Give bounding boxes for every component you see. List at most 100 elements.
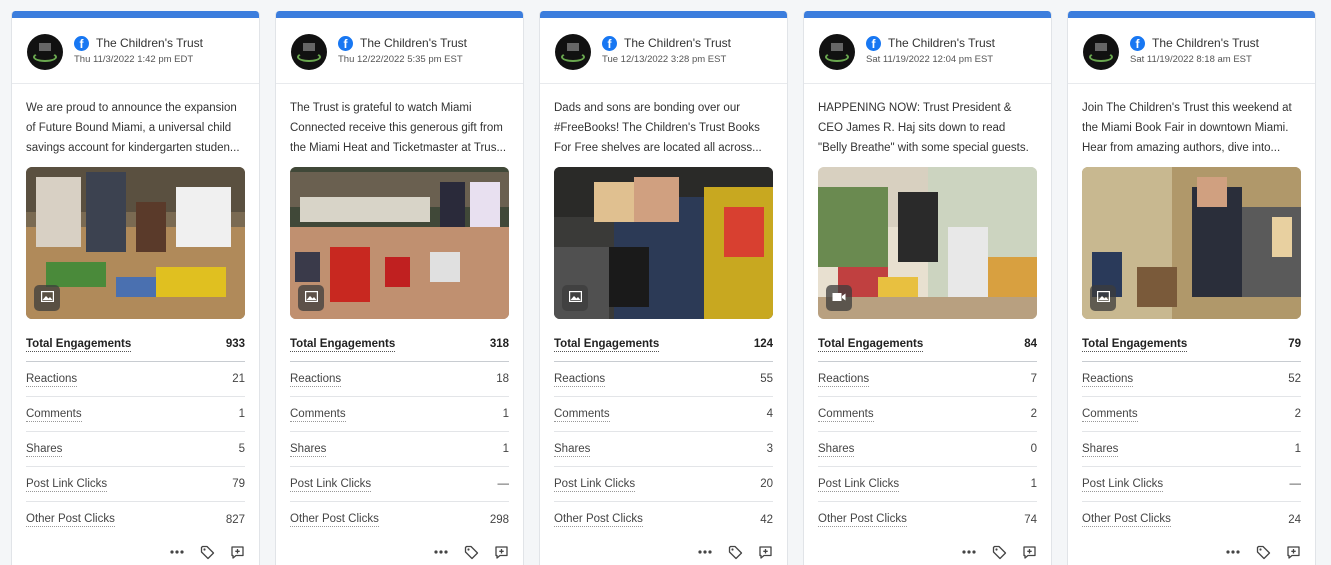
avatar[interactable]: [555, 34, 591, 70]
metric-label[interactable]: Other Post Clicks: [818, 512, 907, 527]
post-date: Tue 12/13/2022 3:28 pm EST: [602, 54, 727, 65]
page-name[interactable]: The Children's Trust: [888, 36, 995, 50]
card-actions: [1225, 544, 1301, 560]
tag-icon[interactable]: [463, 544, 479, 560]
post-card[interactable]: f The Children's Trust Tue 12/13/2022 3:…: [539, 11, 788, 565]
tag-icon[interactable]: [1255, 544, 1271, 560]
metric-label[interactable]: Shares: [818, 442, 855, 457]
post-photo[interactable]: [290, 167, 509, 319]
metric-label[interactable]: Reactions: [818, 372, 870, 387]
metric-value: 4: [766, 408, 773, 420]
metric-value: 1: [502, 443, 509, 455]
metric-comments: Comments 2: [818, 397, 1037, 432]
metric-label[interactable]: Post Link Clicks: [554, 477, 636, 492]
metric-total-engagements: Total Engagements 933: [26, 327, 245, 362]
metric-value: —: [497, 478, 510, 490]
post-card[interactable]: f The Children's Trust Sat 11/19/2022 8:…: [1067, 11, 1316, 565]
more-icon[interactable]: [697, 544, 713, 560]
metric-label[interactable]: Comments: [554, 407, 610, 422]
metric-post-link-clicks: Post Link Clicks 79: [26, 467, 245, 502]
more-icon[interactable]: [169, 544, 185, 560]
comment-icon[interactable]: [1021, 544, 1037, 560]
metric-total-engagements: Total Engagements 318: [290, 327, 509, 362]
metric-label[interactable]: Shares: [1082, 442, 1119, 457]
metric-value: 21: [232, 373, 245, 385]
metric-label[interactable]: Shares: [290, 442, 327, 457]
metric-comments: Comments 1: [290, 397, 509, 432]
more-icon[interactable]: [433, 544, 449, 560]
post-message[interactable]: The Trust is grateful to watch Miami Con…: [290, 98, 509, 160]
metric-label[interactable]: Reactions: [26, 372, 78, 387]
metric-value: 55: [760, 373, 773, 385]
metric-label[interactable]: Post Link Clicks: [290, 477, 372, 492]
metric-value: 74: [1024, 513, 1037, 526]
post-photo[interactable]: [26, 167, 245, 319]
metric-shares: Shares 1: [290, 432, 509, 467]
metric-label[interactable]: Post Link Clicks: [1082, 477, 1164, 492]
post-photo[interactable]: [818, 167, 1037, 319]
tag-icon[interactable]: [991, 544, 1007, 560]
post-photo[interactable]: [554, 167, 773, 319]
page-name[interactable]: The Children's Trust: [360, 36, 467, 50]
metric-value: 933: [225, 338, 245, 350]
metric-label[interactable]: Total Engagements: [1082, 337, 1188, 352]
card-accent-bar: [276, 11, 523, 18]
more-icon[interactable]: [961, 544, 977, 560]
metric-label[interactable]: Comments: [1082, 407, 1138, 422]
metrics-list: Total Engagements 79 Reactions 52 Commen…: [1068, 327, 1315, 537]
metric-label[interactable]: Post Link Clicks: [26, 477, 108, 492]
page-name[interactable]: The Children's Trust: [624, 36, 731, 50]
post-card[interactable]: f The Children's Trust Thu 12/22/2022 5:…: [275, 11, 524, 565]
post-card[interactable]: f The Children's Trust Sat 11/19/2022 12…: [803, 11, 1052, 565]
metric-label[interactable]: Total Engagements: [290, 337, 396, 352]
post-photo[interactable]: [1082, 167, 1301, 319]
metric-label[interactable]: Other Post Clicks: [290, 512, 379, 527]
page-name[interactable]: The Children's Trust: [96, 36, 203, 50]
avatar[interactable]: [291, 34, 327, 70]
metric-label[interactable]: Reactions: [1082, 372, 1134, 387]
post-message[interactable]: HAPPENING NOW: Trust President & CEO Jam…: [818, 98, 1037, 160]
image-icon: [562, 285, 588, 311]
metric-other-post-clicks: Other Post Clicks 42: [554, 502, 773, 537]
metric-label[interactable]: Comments: [290, 407, 346, 422]
post-message[interactable]: Join The Children's Trust this weekend a…: [1082, 98, 1301, 160]
metric-label[interactable]: Other Post Clicks: [1082, 512, 1171, 527]
metric-label[interactable]: Total Engagements: [26, 337, 132, 352]
comment-icon[interactable]: [1285, 544, 1301, 560]
metric-label[interactable]: Total Engagements: [818, 337, 924, 352]
post-card[interactable]: f The Children's Trust Thu 11/3/2022 1:4…: [11, 11, 260, 565]
metric-label[interactable]: Comments: [818, 407, 874, 422]
comment-icon[interactable]: [757, 544, 773, 560]
metric-label[interactable]: Shares: [554, 442, 591, 457]
metric-label[interactable]: Reactions: [290, 372, 342, 387]
avatar[interactable]: [1083, 34, 1119, 70]
tag-icon[interactable]: [199, 544, 215, 560]
avatar[interactable]: [27, 34, 63, 70]
post-message[interactable]: Dads and sons are bonding over our #Free…: [554, 98, 773, 160]
tag-icon[interactable]: [727, 544, 743, 560]
metric-value: 1: [1030, 478, 1037, 490]
metric-value: 1: [502, 408, 509, 420]
metric-label[interactable]: Comments: [26, 407, 82, 422]
metric-other-post-clicks: Other Post Clicks 827: [26, 502, 245, 537]
page-name[interactable]: The Children's Trust: [1152, 36, 1259, 50]
metric-other-post-clicks: Other Post Clicks 74: [818, 502, 1037, 537]
comment-icon[interactable]: [229, 544, 245, 560]
metric-other-post-clicks: Other Post Clicks 24: [1082, 502, 1301, 537]
metric-label[interactable]: Other Post Clicks: [554, 512, 643, 527]
avatar[interactable]: [819, 34, 855, 70]
metrics-list: Total Engagements 84 Reactions 7 Comment…: [804, 327, 1051, 537]
metrics-list: Total Engagements 318 Reactions 18 Comme…: [276, 327, 523, 537]
metric-label[interactable]: Total Engagements: [554, 337, 660, 352]
metric-label[interactable]: Other Post Clicks: [26, 512, 115, 527]
card-accent-bar: [540, 11, 787, 18]
facebook-icon: f: [74, 35, 89, 51]
more-icon[interactable]: [1225, 544, 1241, 560]
metric-label[interactable]: Post Link Clicks: [818, 477, 900, 492]
comment-icon[interactable]: [493, 544, 509, 560]
metric-comments: Comments 4: [554, 397, 773, 432]
post-message[interactable]: We are proud to announce the expansion o…: [26, 98, 245, 160]
metric-label[interactable]: Reactions: [554, 372, 606, 387]
metric-label[interactable]: Shares: [26, 442, 63, 457]
metric-value: 52: [1288, 373, 1301, 385]
